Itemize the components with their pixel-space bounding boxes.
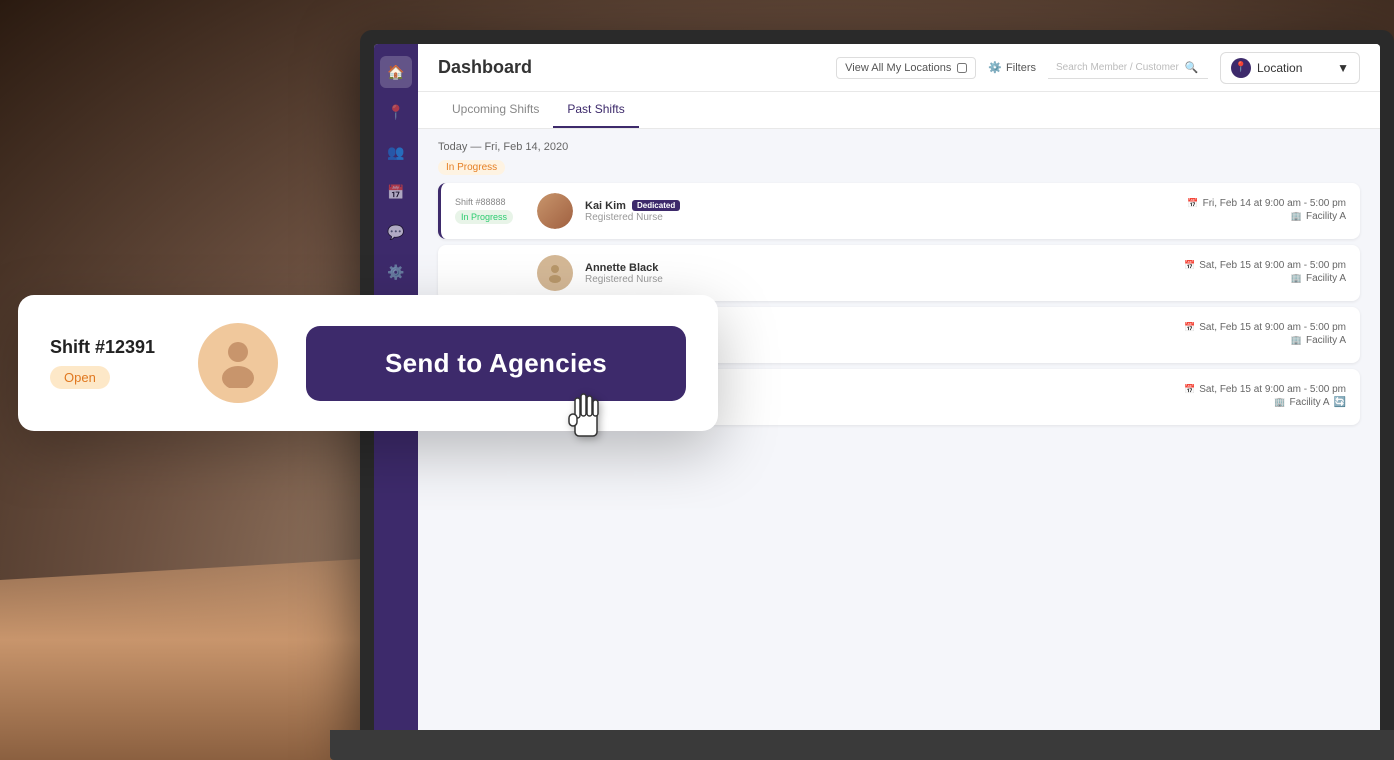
in-progress-status: In Progress bbox=[438, 160, 505, 175]
avatar-photo bbox=[537, 193, 573, 229]
shift-details: 📅 Sat, Feb 15 at 9:00 am - 5:00 pm 🏢 Fac… bbox=[1184, 322, 1346, 348]
tab-past-shifts[interactable]: Past Shifts bbox=[553, 92, 638, 128]
filter-icon: ⚙️ bbox=[988, 61, 1002, 74]
shift-details: 📅 Sat, Feb 15 at 9:00 am - 5:00 pm 🏢 Fac… bbox=[1184, 384, 1346, 410]
tab-upcoming-shifts[interactable]: Upcoming Shifts bbox=[438, 92, 553, 128]
calendar-icon: 📅 bbox=[1187, 198, 1198, 209]
sidebar-icon-chat[interactable]: 💬 bbox=[380, 216, 412, 248]
location-label: Location bbox=[1257, 61, 1302, 75]
shift-facility-line: 🏢 Facility A bbox=[1184, 273, 1346, 284]
table-row: Annette Black Registered Nurse 📅 Sat, Fe… bbox=[438, 245, 1360, 301]
shift-number: Shift #88888 bbox=[455, 197, 525, 207]
view-all-label: View All My Locations bbox=[845, 62, 951, 74]
nurse-role: Registered Nurse bbox=[585, 274, 1172, 285]
refresh-icon: 🔄 bbox=[1334, 397, 1346, 408]
filters-button[interactable]: ⚙️ Filters bbox=[988, 61, 1036, 74]
avatar bbox=[537, 193, 573, 229]
popup-open-badge: Open bbox=[50, 366, 110, 389]
search-icon: 🔍 bbox=[1185, 61, 1199, 74]
shift-date-line: 📅 Sat, Feb 15 at 9:00 am - 5:00 pm bbox=[1184, 260, 1346, 271]
laptop-base bbox=[330, 730, 1394, 760]
shift-facility-line: 🏢 Facility A bbox=[1187, 211, 1346, 222]
shift-facility-line: 🏢 Facility A 🔄 bbox=[1184, 397, 1346, 408]
person-silhouette-icon bbox=[218, 338, 258, 388]
building-icon: 🏢 bbox=[1291, 273, 1302, 284]
shift-facility-line: 🏢 Facility A bbox=[1184, 335, 1346, 346]
view-all-checkbox[interactable] bbox=[957, 63, 967, 73]
location-icon: 📍 bbox=[1231, 58, 1251, 78]
send-to-agencies-button[interactable]: Send to Agencies bbox=[306, 326, 686, 401]
shift-details: 📅 Fri, Feb 14 at 9:00 am - 5:00 pm 🏢 Fac… bbox=[1187, 198, 1346, 224]
date-label: Today — Fri, Feb 14, 2020 bbox=[438, 141, 1360, 153]
calendar-icon: 📅 bbox=[1184, 322, 1195, 333]
cursor-pointer bbox=[567, 390, 607, 451]
nurse-info: Kai Kim Dedicated Registered Nurse bbox=[585, 200, 1175, 223]
shift-badge: Shift #88888 In Progress bbox=[455, 197, 525, 225]
sidebar-icon-home[interactable]: 🏠 bbox=[380, 56, 412, 88]
shift-info: Shift #12391 Open bbox=[50, 337, 170, 389]
sidebar-icon-users[interactable]: 👥 bbox=[380, 136, 412, 168]
page-title: Dashboard bbox=[438, 57, 532, 78]
calendar-icon: 📅 bbox=[1184, 384, 1195, 395]
popup-card: Shift #12391 Open Send to Agencies bbox=[18, 295, 718, 431]
person-icon bbox=[545, 263, 565, 283]
search-area[interactable]: Search Member / Customer 🔍 bbox=[1048, 57, 1208, 79]
popup-shift-title: Shift #12391 bbox=[50, 337, 170, 358]
person-avatar-large bbox=[198, 323, 278, 403]
table-row: Shift #88888 In Progress Kai Kim Dedicat… bbox=[438, 183, 1360, 239]
shift-date-line: 📅 Sat, Feb 15 at 9:00 am - 5:00 pm bbox=[1184, 384, 1346, 395]
chevron-down-icon: ▼ bbox=[1337, 61, 1349, 75]
shift-date-line: 📅 Fri, Feb 14 at 9:00 am - 5:00 pm bbox=[1187, 198, 1346, 209]
search-placeholder: Search Member / Customer bbox=[1056, 62, 1179, 73]
calendar-icon: 📅 bbox=[1184, 260, 1195, 271]
dedicated-badge: Dedicated bbox=[632, 200, 680, 211]
sidebar-icon-calendar[interactable]: 📅 bbox=[380, 176, 412, 208]
header-actions: View All My Locations ⚙️ Filters Search … bbox=[836, 52, 1360, 84]
nurse-info: Annette Black Registered Nurse bbox=[585, 262, 1172, 285]
filters-label: Filters bbox=[1006, 62, 1036, 74]
nurse-name: Annette Black bbox=[585, 262, 1172, 274]
sidebar-icon-settings[interactable]: ⚙️ bbox=[380, 256, 412, 288]
nurse-name: Kai Kim Dedicated bbox=[585, 200, 1175, 212]
shift-date-line: 📅 Sat, Feb 15 at 9:00 am - 5:00 pm bbox=[1184, 322, 1346, 333]
header: Dashboard View All My Locations ⚙️ Filte… bbox=[418, 44, 1380, 92]
building-icon: 🏢 bbox=[1274, 397, 1285, 408]
view-all-locations-button[interactable]: View All My Locations bbox=[836, 57, 976, 79]
nurse-role: Registered Nurse bbox=[585, 212, 1175, 223]
location-dropdown[interactable]: 📍 Location ▼ bbox=[1220, 52, 1360, 84]
sidebar-icon-location[interactable]: 📍 bbox=[380, 96, 412, 128]
tabs-bar: Upcoming Shifts Past Shifts bbox=[418, 92, 1380, 129]
shift-details: 📅 Sat, Feb 15 at 9:00 am - 5:00 pm 🏢 Fac… bbox=[1184, 260, 1346, 286]
shift-status: In Progress bbox=[455, 210, 513, 224]
building-icon: 🏢 bbox=[1291, 211, 1302, 222]
avatar-placeholder bbox=[537, 255, 573, 291]
building-icon: 🏢 bbox=[1291, 335, 1302, 346]
